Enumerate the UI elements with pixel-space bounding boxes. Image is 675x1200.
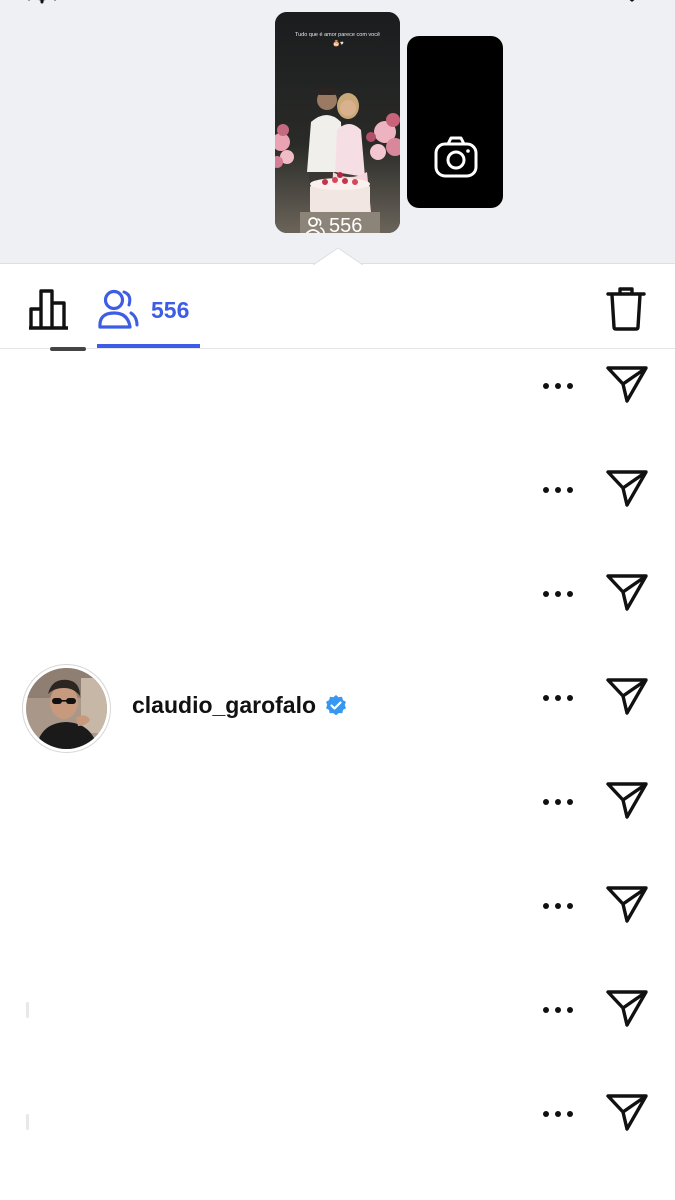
- more-dots-icon[interactable]: [542, 1006, 574, 1014]
- close-icon[interactable]: [610, 0, 654, 12]
- more-dots-icon[interactable]: [542, 798, 574, 806]
- more-dots-icon[interactable]: [542, 486, 574, 494]
- viewers-count: 556: [151, 296, 190, 323]
- avatar-photo: [26, 668, 107, 749]
- avatar-edge: [26, 1002, 29, 1018]
- send-icon[interactable]: [605, 884, 649, 924]
- story-thumbnail[interactable]: Tudo que é amor parece com você 🎂♥ 556: [275, 12, 400, 233]
- list-item[interactable]: [0, 766, 675, 870]
- viewer-list: claudio_garofalo: [0, 347, 675, 1200]
- more-dots-icon[interactable]: [542, 902, 574, 910]
- story-caption: Tudo que é amor parece com você: [294, 32, 381, 38]
- trash-icon[interactable]: [606, 287, 646, 331]
- story-caption-emoji: 🎂♥: [332, 41, 344, 47]
- tab-viewers[interactable]: 556: [97, 285, 201, 335]
- more-dots-icon[interactable]: [542, 382, 574, 390]
- people-icon: [305, 217, 325, 233]
- list-item[interactable]: [0, 347, 675, 454]
- list-item[interactable]: [0, 558, 675, 662]
- username-row[interactable]: claudio_garofalo: [132, 692, 348, 719]
- send-icon[interactable]: [605, 1092, 649, 1132]
- send-icon[interactable]: [605, 988, 649, 1028]
- list-item[interactable]: [0, 454, 675, 558]
- gear-icon[interactable]: [24, 0, 60, 12]
- list-item[interactable]: [0, 1078, 675, 1182]
- people-icon: [98, 289, 139, 329]
- send-icon[interactable]: [605, 676, 649, 716]
- more-dots-icon[interactable]: [542, 1110, 574, 1118]
- send-icon[interactable]: [605, 364, 649, 404]
- selected-story-pointer: [313, 248, 363, 266]
- story-preview-area: Tudo que é amor parece com você 🎂♥ 556: [0, 0, 675, 266]
- verified-badge-icon: [326, 694, 347, 715]
- send-icon[interactable]: [605, 572, 649, 612]
- story-viewer-count: 556: [305, 215, 362, 233]
- username[interactable]: claudio_garofalo: [132, 692, 316, 719]
- add-story-card[interactable]: [407, 36, 503, 208]
- camera-icon: [434, 136, 478, 178]
- more-dots-icon[interactable]: [542, 694, 574, 702]
- send-icon[interactable]: [605, 780, 649, 820]
- avatar[interactable]: [22, 664, 111, 753]
- list-item[interactable]: [0, 974, 675, 1078]
- send-icon[interactable]: [605, 468, 649, 508]
- avatar-edge: [50, 347, 86, 351]
- list-item[interactable]: [0, 870, 675, 974]
- bar-chart-icon[interactable]: [28, 287, 70, 331]
- story-viewers-screen: Tudo que é amor parece com você 🎂♥ 556 5…: [0, 0, 675, 1200]
- active-tab-indicator: [97, 344, 200, 348]
- story-tabs: 556: [0, 265, 675, 349]
- avatar-edge: [26, 1114, 29, 1130]
- story-viewer-count-value: 556: [329, 214, 363, 234]
- list-item[interactable]: claudio_garofalo: [0, 662, 675, 766]
- more-dots-icon[interactable]: [542, 590, 574, 598]
